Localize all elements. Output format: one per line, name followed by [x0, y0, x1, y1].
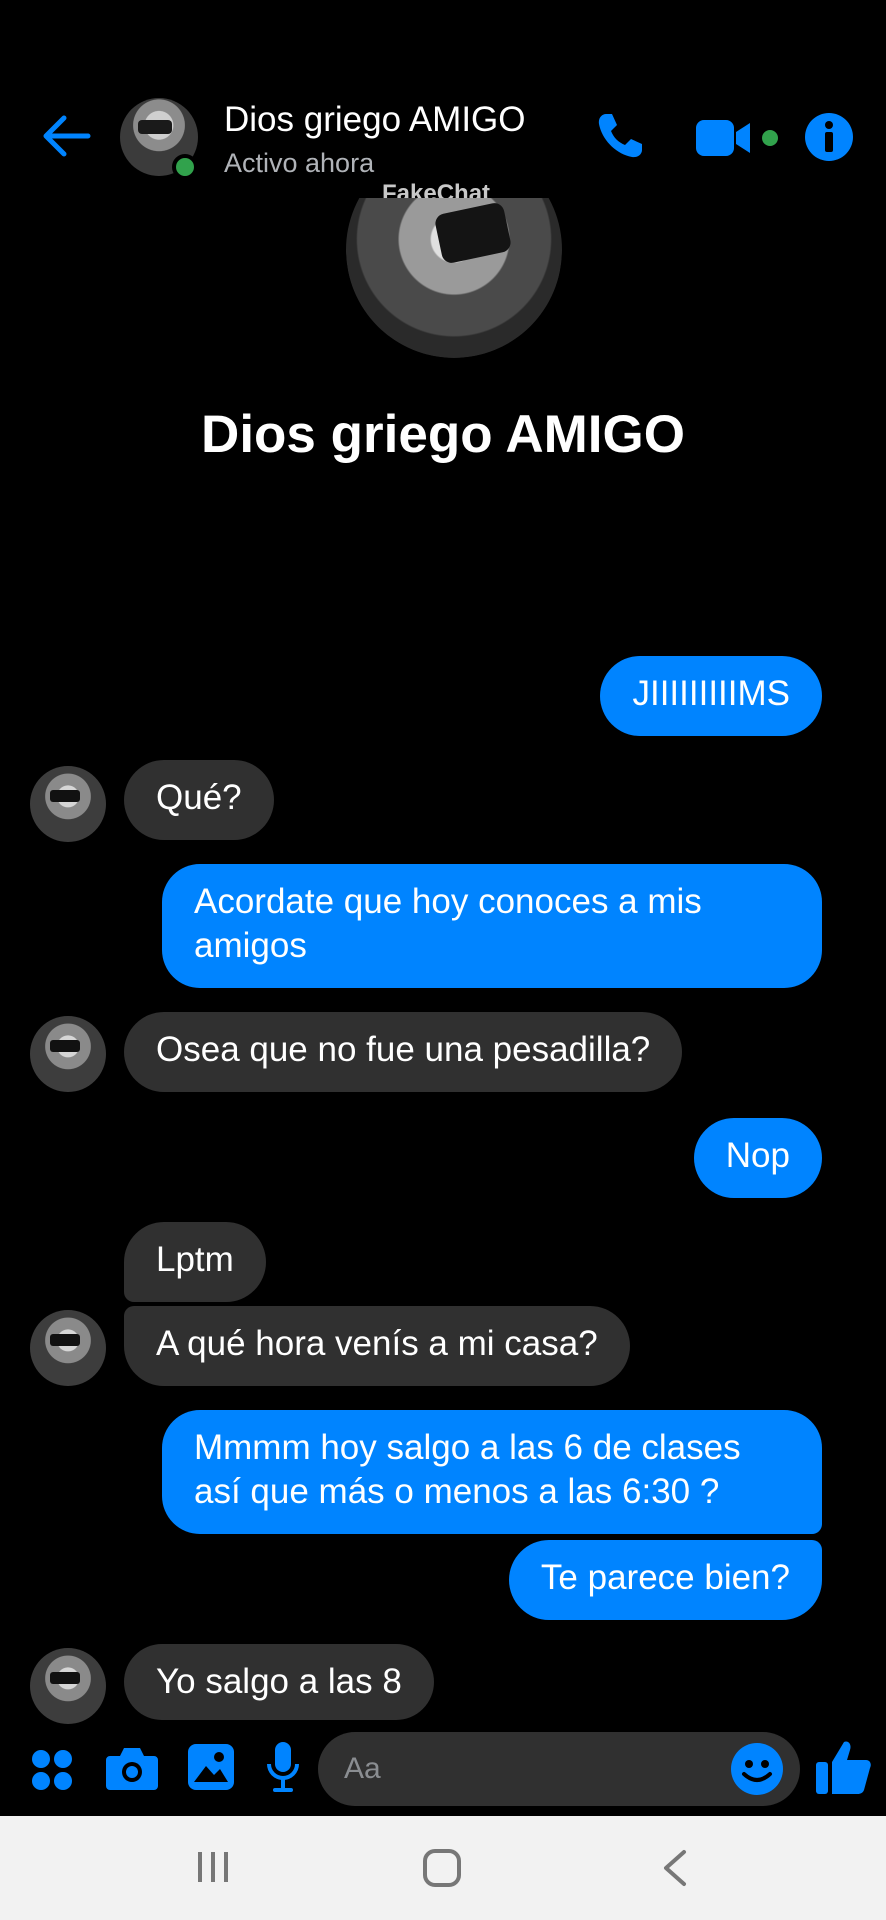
message-incoming[interactable]: Qué?: [124, 760, 274, 840]
message-outgoing[interactable]: Mmmm hoy salgo a las 6 de clases así que…: [162, 1410, 822, 1534]
info-icon[interactable]: [804, 112, 854, 162]
message-avatar[interactable]: [30, 1016, 106, 1092]
back-arrow-icon[interactable]: [38, 108, 94, 164]
message-incoming[interactable]: Yo salgo a las 8: [124, 1644, 434, 1720]
message-incoming[interactable]: A qué hora venís a mi casa?: [124, 1306, 630, 1386]
message-input-placeholder: Aa: [344, 1752, 381, 1785]
contact-name[interactable]: Dios griego AMIGO: [224, 100, 526, 140]
microphone-icon[interactable]: [266, 1742, 300, 1794]
home-icon[interactable]: [422, 1848, 462, 1888]
message-incoming[interactable]: Osea que no fue una pesadilla?: [124, 1012, 683, 1092]
phone-icon[interactable]: [592, 108, 648, 164]
message-outgoing[interactable]: JIIIIIIIIIMS: [600, 656, 822, 736]
message-outgoing[interactable]: Nop: [693, 1118, 822, 1198]
gallery-icon[interactable]: [188, 1744, 234, 1790]
apps-icon[interactable]: [30, 1748, 74, 1792]
profile-name: Dios griego AMIGO: [201, 405, 685, 464]
message-avatar[interactable]: [30, 1310, 106, 1386]
nav-back-icon[interactable]: [660, 1848, 688, 1888]
video-camera-icon[interactable]: [696, 118, 754, 158]
camera-icon[interactable]: [106, 1744, 158, 1792]
profile-avatar[interactable]: [346, 198, 562, 358]
contact-status: Activo ahora: [224, 148, 375, 178]
recent-apps-icon[interactable]: [196, 1850, 230, 1884]
message-input[interactable]: [318, 1732, 800, 1806]
message-avatar[interactable]: [30, 1648, 106, 1724]
emoji-icon[interactable]: [730, 1742, 784, 1796]
online-status-indicator: [172, 154, 198, 180]
thumbs-up-icon[interactable]: [814, 1738, 872, 1796]
video-online-dot: [762, 130, 778, 146]
message-outgoing[interactable]: Te parece bien?: [508, 1540, 822, 1620]
message-avatar[interactable]: [30, 766, 106, 842]
message-incoming[interactable]: Lptm: [124, 1222, 266, 1302]
message-outgoing[interactable]: Acordate que hoy conoces a mis amigos: [162, 864, 822, 988]
